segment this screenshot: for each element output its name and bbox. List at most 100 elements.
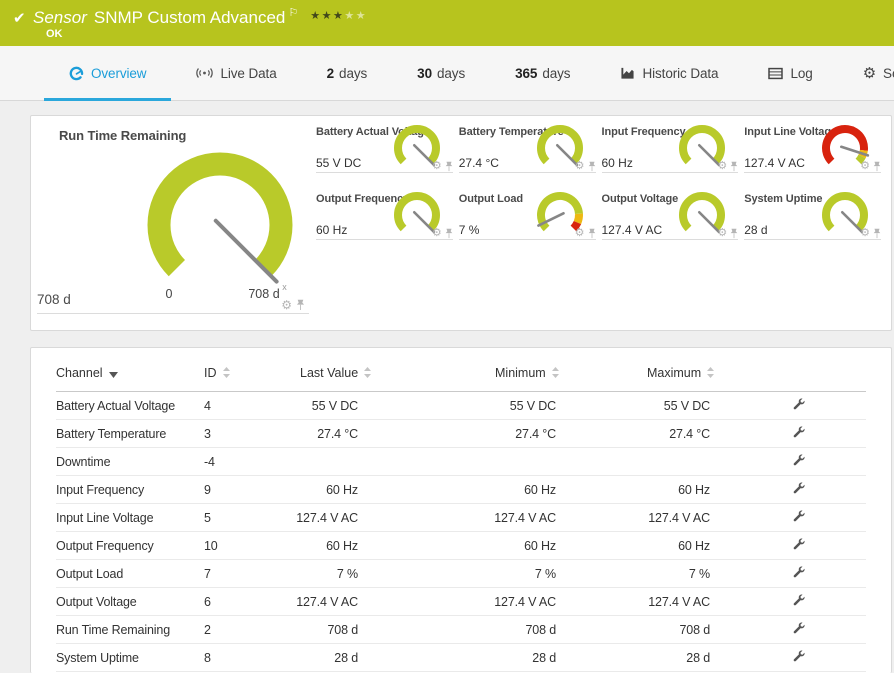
- channel-maximum: 127.4 V AC: [588, 587, 742, 616]
- channel-id: 10: [204, 531, 272, 560]
- channel-last-value: [272, 447, 390, 476]
- channel-row: Run Time Remaining 2 708 d 708 d 708 d: [56, 615, 866, 644]
- gear-icon[interactable]: ⚙: [860, 161, 870, 172]
- tab-number: 30: [417, 65, 432, 81]
- channel-name: Output Frequency: [56, 531, 204, 560]
- tab-log[interactable]: Log: [743, 46, 837, 100]
- tab-settings[interactable]: ⚙ Settings: [838, 46, 894, 100]
- gear-icon[interactable]: ⚙: [432, 228, 442, 239]
- gear-icon[interactable]: ⚙: [860, 228, 870, 239]
- gauge-scale-min-label: 0: [165, 287, 173, 301]
- channel-row: Output Frequency 10 60 Hz 60 Hz 60 Hz: [56, 531, 866, 560]
- tab-365-days[interactable]: 365 days: [490, 46, 595, 100]
- gauge-tile-output-load[interactable]: Output Load 7 % ⚙: [458, 192, 596, 240]
- priority-stars[interactable]: ★★★★★: [310, 10, 367, 22]
- gauge-current-value: 708 d: [37, 292, 71, 307]
- channel-last-value: 55 V DC: [272, 391, 390, 420]
- channel-name: Battery Actual Voltage: [56, 391, 204, 420]
- channel-settings-wrench-icon[interactable]: [792, 565, 805, 579]
- channel-settings-wrench-icon[interactable]: [792, 537, 805, 551]
- gauge-value: 60 Hz: [316, 223, 348, 237]
- gauge-icon: [69, 66, 84, 81]
- channel-row: Input Line Voltage 5 127.4 V AC 127.4 V …: [56, 503, 866, 532]
- pin-icon[interactable]: [445, 161, 453, 172]
- channel-maximum: 27.4 °C: [588, 419, 742, 448]
- channel-last-value: 127.4 V AC: [272, 503, 390, 532]
- channel-id: 3: [204, 419, 272, 448]
- column-header-minimum[interactable]: Minimum: [390, 348, 588, 392]
- channel-name: System Uptime: [56, 643, 204, 672]
- channel-row: Input Frequency 9 60 Hz 60 Hz 60 Hz: [56, 475, 866, 504]
- tab-overview[interactable]: Overview: [44, 46, 172, 101]
- channel-settings-wrench-icon[interactable]: [792, 397, 805, 411]
- channel-row: Output Voltage 6 127.4 V AC 127.4 V AC 1…: [56, 587, 866, 616]
- pin-icon[interactable]: [588, 228, 596, 239]
- broadcast-icon: [196, 66, 214, 80]
- pin-icon[interactable]: [730, 161, 738, 172]
- channel-name: Battery Temperature: [56, 419, 204, 448]
- tile-divider: [37, 313, 309, 314]
- gear-icon[interactable]: ⚙: [717, 228, 727, 239]
- tile-actions: ⚙: [281, 299, 305, 311]
- sort-toggle-icon: [364, 367, 372, 381]
- gear-icon[interactable]: ⚙: [281, 299, 292, 311]
- column-header-tools: [742, 348, 866, 392]
- gauge-tile-battery-temperature[interactable]: Battery Temperature 27.4 °C ⚙: [458, 125, 596, 173]
- tab-2-days[interactable]: 2 days: [302, 46, 393, 100]
- gear-icon[interactable]: ⚙: [575, 228, 585, 239]
- column-label: Maximum: [647, 366, 702, 380]
- gauge-tile-input-line-voltage[interactable]: Input Line Voltage 127.4 V AC ⚙: [744, 125, 881, 173]
- gauge-tile-output-voltage[interactable]: Output Voltage 127.4 V AC ⚙: [601, 192, 739, 240]
- channel-maximum: 127.4 V AC: [588, 503, 742, 532]
- channel-minimum: 60 Hz: [390, 531, 588, 560]
- channel-row: Battery Temperature 3 27.4 °C 27.4 °C 27…: [56, 419, 866, 448]
- gauge-tile-system-uptime[interactable]: System Uptime 28 d ⚙: [744, 192, 881, 240]
- pin-icon[interactable]: [588, 161, 596, 172]
- star-filled-icon: ★: [310, 10, 322, 22]
- tab-historic-data[interactable]: Historic Data: [595, 46, 743, 100]
- gauge-tile-battery-actual-voltage[interactable]: Battery Actual Voltage 55 V DC ⚙: [316, 125, 453, 173]
- gauge-tile-input-frequency[interactable]: Input Frequency 60 Hz ⚙: [601, 125, 739, 173]
- channel-settings-wrench-icon[interactable]: [792, 481, 805, 495]
- tab-label: Historic Data: [642, 65, 719, 81]
- gauges-panel: Run Time Remaining x 0 708 d 708 d ⚙ Bat…: [30, 115, 892, 331]
- channel-settings-wrench-icon[interactable]: [792, 621, 805, 635]
- channel-name: Output Voltage: [56, 587, 204, 616]
- channel-maximum: 708 d: [588, 615, 742, 644]
- pin-icon[interactable]: [873, 228, 881, 239]
- gauge-tile-run-time-remaining[interactable]: Run Time Remaining x 0 708 d 708 d ⚙: [37, 122, 315, 322]
- channel-settings-wrench-icon[interactable]: [792, 453, 805, 467]
- channel-last-value: 27.4 °C: [272, 419, 390, 448]
- pin-icon[interactable]: [730, 228, 738, 239]
- gear-icon[interactable]: ⚙: [432, 161, 442, 172]
- column-header-last-value[interactable]: Last Value: [272, 348, 390, 392]
- channel-row: Output Load 7 7 % 7 % 7 %: [56, 559, 866, 588]
- pin-icon[interactable]: [873, 161, 881, 172]
- channels-table: Channel ID Last Value Minimum Maximum Batter…: [56, 348, 866, 672]
- tab-live-data[interactable]: Live Data: [171, 46, 301, 100]
- gauge-tile-output-frequency[interactable]: Output Frequency 60 Hz ⚙: [316, 192, 453, 240]
- column-header-channel[interactable]: Channel: [56, 348, 204, 392]
- channel-settings-wrench-icon[interactable]: [792, 509, 805, 523]
- channel-last-value: 60 Hz: [272, 475, 390, 504]
- tab-label: Log: [790, 65, 813, 81]
- gear-icon[interactable]: ⚙: [575, 161, 585, 172]
- tile-actions: ⚙: [717, 228, 738, 239]
- pin-icon[interactable]: [445, 228, 453, 239]
- channel-settings-wrench-icon[interactable]: [792, 593, 805, 607]
- tile-actions: ⚙: [860, 228, 881, 239]
- column-header-maximum[interactable]: Maximum: [588, 348, 742, 392]
- channel-id: -4: [204, 447, 272, 476]
- channel-id: 4: [204, 391, 272, 420]
- channel-last-value: 708 d: [272, 615, 390, 644]
- gear-icon[interactable]: ⚙: [717, 161, 727, 172]
- channel-settings-wrench-icon[interactable]: [792, 649, 805, 663]
- pin-icon[interactable]: [296, 299, 305, 311]
- tab-label: Live Data: [220, 65, 277, 81]
- star-filled-icon: ★: [333, 10, 345, 22]
- channel-maximum: [588, 447, 742, 476]
- tab-30-days[interactable]: 30 days: [392, 46, 490, 100]
- channel-settings-wrench-icon[interactable]: [792, 425, 805, 439]
- column-header-id[interactable]: ID: [204, 348, 272, 392]
- column-label: Minimum: [495, 366, 546, 380]
